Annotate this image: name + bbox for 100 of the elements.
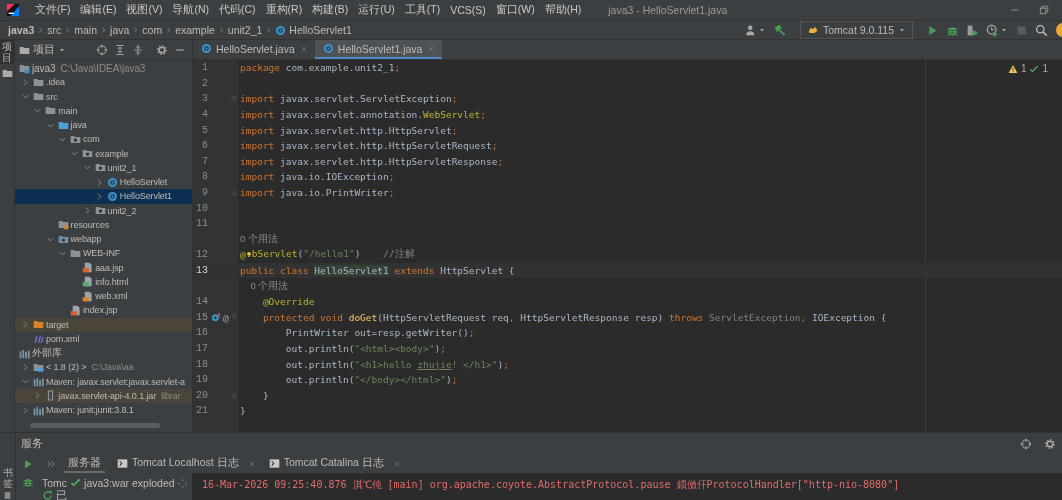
tree-item[interactable]: aaa.jsp	[15, 260, 192, 275]
project-view-dropdown[interactable]: 项目	[17, 43, 68, 57]
editor-tab[interactable]: HelloServlet1.java	[314, 40, 443, 59]
tree-item[interactable]: src	[15, 89, 192, 104]
tree-item[interactable]: HelloServlet1	[15, 189, 192, 204]
tree-item[interactable]: javax.servlet-api-4.0.1.jar librar	[15, 388, 192, 403]
locate-icon[interactable]	[96, 44, 108, 56]
fold-icon[interactable]	[230, 313, 238, 322]
line-number: 13	[195, 265, 208, 276]
tree-item[interactable]: HelloServlet	[15, 175, 192, 190]
restore-icon[interactable]	[1038, 4, 1050, 16]
warning-icon[interactable]	[1007, 63, 1018, 74]
menu-item[interactable]: 文件(F)	[32, 1, 74, 19]
tree-item[interactable]: index.jsp	[15, 303, 192, 318]
bulb-icon[interactable]	[245, 250, 252, 260]
breadcrumb-item[interactable]: java	[108, 21, 132, 39]
tree-item[interactable]: pom.xml	[15, 331, 192, 346]
tree-item[interactable]: com	[15, 132, 192, 147]
settings-icon[interactable]	[156, 44, 168, 56]
check-icon[interactable]	[1029, 63, 1040, 74]
tree-item[interactable]: < 1.8 (2) > C:\Java\aa	[15, 360, 192, 375]
caret-icon[interactable]	[1000, 26, 1008, 34]
warning-count[interactable]: 1	[1020, 63, 1027, 74]
move-icon[interactable]	[177, 478, 188, 489]
user-icon[interactable]	[745, 24, 757, 36]
settings-icon[interactable]	[1044, 438, 1056, 450]
tree-item[interactable]: webapp	[15, 232, 192, 247]
code-line: import javax.servlet.http.HttpServletRequest;	[240, 140, 498, 152]
scrollbar[interactable]	[30, 423, 160, 428]
tree-item[interactable]: .idea	[15, 75, 192, 90]
tool-window-label[interactable]: 书签	[2, 467, 13, 489]
breadcrumb-item[interactable]: example	[173, 21, 217, 39]
tree-item[interactable]: java3 C:\Java\IDEA\java3	[15, 61, 192, 76]
service-item[interactable]: java3:war exploded	[70, 476, 175, 489]
run-config-dropdown[interactable]: Tomcat 9.0.115	[800, 21, 913, 39]
tree-item[interactable]: unit2_2	[15, 203, 192, 218]
editor-tab[interactable]: HelloServlet.java	[193, 40, 315, 59]
panel-tab[interactable]: 服务器	[64, 455, 105, 473]
check-count[interactable]: 1	[1042, 63, 1048, 74]
collapse-all-icon[interactable]	[132, 44, 144, 56]
run-icon[interactable]	[22, 458, 34, 470]
debug-icon[interactable]	[22, 476, 34, 488]
menu-item[interactable]: 工具(T)	[401, 1, 444, 19]
profiler-icon[interactable]	[986, 23, 999, 37]
tool-window-label[interactable]: 项目	[0, 40, 14, 64]
breadcrumb-item[interactable]: java3	[6, 21, 37, 39]
tree-item[interactable]: info.html	[15, 274, 192, 289]
fold-icon[interactable]	[230, 95, 238, 103]
breadcrumb-item[interactable]: src	[45, 21, 64, 39]
avatar-icon[interactable]	[1055, 22, 1062, 38]
package-icon	[82, 148, 94, 160]
bookmark-icon[interactable]	[3, 491, 12, 500]
line-number: 9	[201, 187, 208, 199]
service-item[interactable]: Tomc	[42, 476, 68, 489]
panel-tab[interactable]: Tomcat Localhost 日志	[113, 455, 243, 473]
menu-item[interactable]: 代码(C)	[216, 1, 259, 19]
override-icon[interactable]	[211, 312, 221, 323]
locate-icon[interactable]	[1020, 438, 1032, 450]
tree-item[interactable]: target	[15, 317, 192, 332]
breadcrumb-item[interactable]: HelloServlet1	[273, 21, 354, 39]
menu-item[interactable]: 帮助(H)	[541, 1, 585, 19]
breadcrumb-item[interactable]: main	[72, 21, 100, 39]
stop-icon[interactable]	[1015, 23, 1028, 37]
folder-icon	[45, 105, 57, 117]
menu-item[interactable]: 编辑(E)	[77, 1, 120, 19]
tree-item[interactable]: java	[15, 118, 192, 133]
service-item[interactable]: 已	[42, 489, 192, 500]
tree-item[interactable]: main	[15, 103, 192, 118]
menu-item[interactable]: 运行(U)	[355, 1, 398, 19]
folder-icon[interactable]	[1, 68, 13, 79]
menu-item[interactable]: 构建(B)	[309, 1, 352, 19]
hammer-icon[interactable]	[773, 23, 787, 37]
panel-tab[interactable]: Tomcat Catalina 日志	[264, 455, 388, 473]
tree-item[interactable]: Maven: javax.servlet:javax.servlet-a	[15, 374, 192, 389]
folder-icon	[57, 219, 69, 231]
app-logo[interactable]	[6, 3, 20, 17]
double-chevron-icon[interactable]	[46, 459, 56, 469]
breadcrumb-item[interactable]: com	[140, 21, 165, 39]
file-icon	[82, 262, 94, 274]
menu-item[interactable]: 视图(V)	[123, 1, 166, 19]
menu-item[interactable]: 重构(R)	[262, 1, 306, 19]
caret-icon[interactable]	[758, 26, 766, 34]
menu-item[interactable]: 导航(N)	[169, 1, 212, 19]
fold-icon[interactable]	[230, 391, 238, 400]
fold-icon[interactable]	[230, 188, 238, 197]
tree-item[interactable]: WEB-INF	[15, 246, 192, 261]
tree-item[interactable]: resources	[15, 217, 192, 232]
menu-item[interactable]: 窗口(W)	[492, 1, 538, 19]
breadcrumb-item[interactable]: unit2_1	[225, 21, 265, 39]
run-icon[interactable]	[926, 23, 939, 37]
gutter-mark[interactable]: @	[223, 311, 229, 323]
search-icon[interactable]	[1035, 23, 1048, 37]
tree-item[interactable]: unit2_1	[15, 160, 192, 175]
coverage-icon[interactable]	[966, 23, 979, 37]
expand-all-icon[interactable]	[114, 44, 126, 56]
tree-item[interactable]: 外部库	[15, 346, 192, 361]
tree-item[interactable]: Maven: junit:junit:3.8.1	[15, 403, 192, 418]
tree-item[interactable]: web.xml	[15, 289, 192, 304]
menu-item[interactable]: VCS(S)	[447, 1, 489, 19]
tree-item[interactable]: example	[15, 146, 192, 161]
